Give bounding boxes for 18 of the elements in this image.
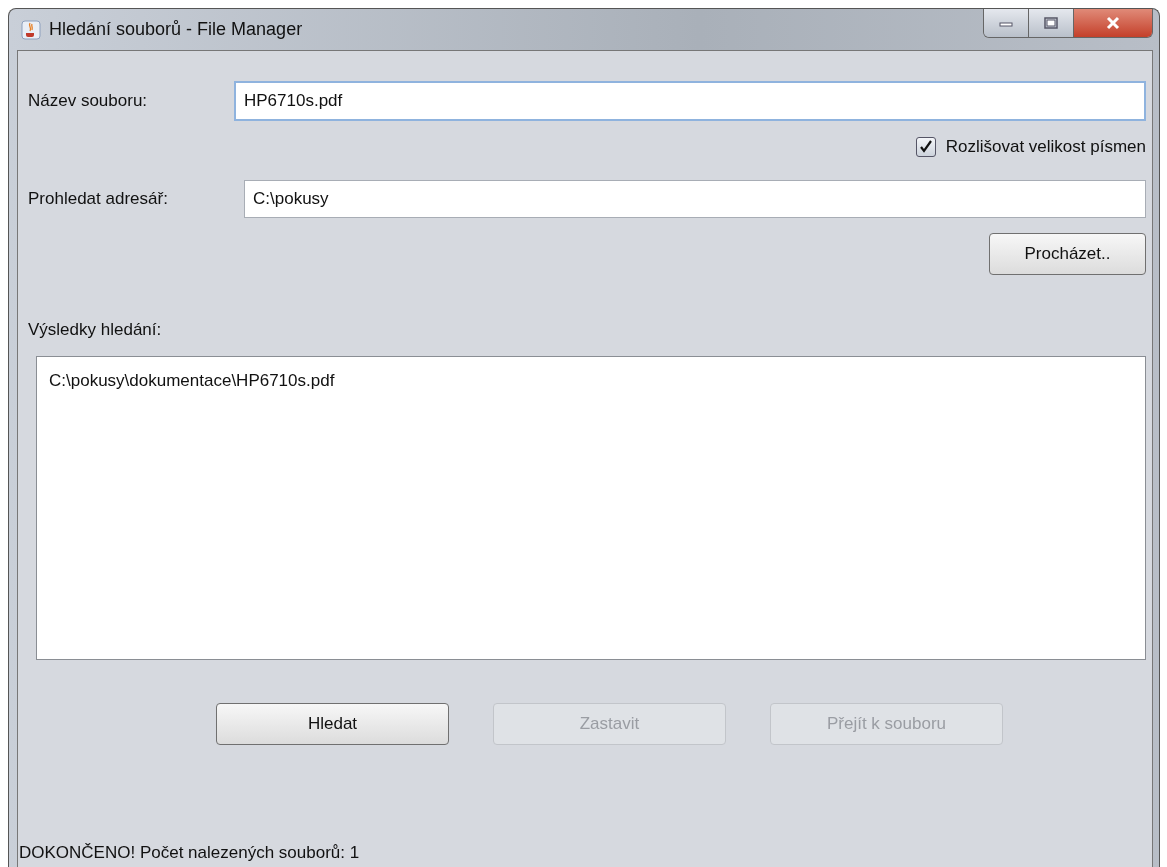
window-title: Hledání souborů - File Manager	[49, 19, 303, 40]
directory-field[interactable]: C:\pokusy	[244, 180, 1146, 218]
maximize-icon	[1043, 17, 1059, 29]
java-cup-icon	[21, 19, 41, 40]
maximize-button[interactable]	[1029, 9, 1074, 37]
checkbox-label: Rozlišovat velikost písmen	[945, 137, 1146, 157]
action-button[interactable]: Hledat	[216, 703, 449, 745]
result-item[interactable]: C:\pokusy\dokumentace\HP6710s.pdf	[49, 371, 335, 391]
results-label: Výsledky hledání:	[28, 320, 163, 340]
file-name-field[interactable]: HP6710s.pdf	[234, 81, 1146, 121]
checkbox[interactable]	[915, 137, 936, 157]
close-icon	[1104, 16, 1122, 30]
browse-button[interactable]: Procházet..	[989, 233, 1146, 275]
close-button[interactable]	[1074, 9, 1152, 37]
field-label: Název souboru:	[28, 91, 149, 111]
status-text: DOKONČENO! Počet nalezených souborů: 1	[19, 843, 361, 863]
minimize-button[interactable]	[984, 9, 1029, 37]
field-label: Prohledat adresář:	[28, 189, 169, 209]
